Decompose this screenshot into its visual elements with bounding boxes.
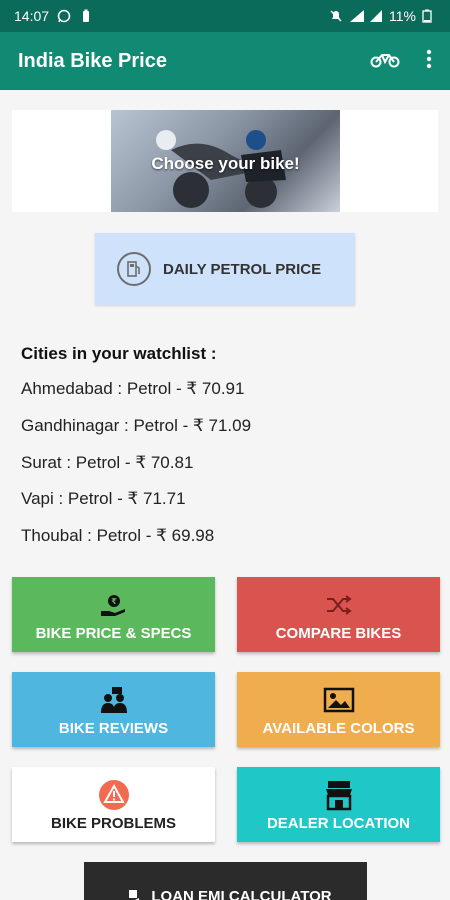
dealer-location-button[interactable]: DEALER LOCATION (237, 767, 440, 842)
choose-bike-banner[interactable]: Choose your bike! (111, 110, 340, 212)
shop-icon (323, 781, 355, 811)
whatsapp-icon (57, 9, 71, 23)
bike-problems-button[interactable]: BIKE PROBLEMS (12, 767, 215, 842)
status-bar: 14:07 11% (0, 0, 450, 32)
image-icon (323, 686, 355, 714)
bike-problems-label: BIKE PROBLEMS (50, 815, 176, 832)
watchlist-city-item[interactable]: Surat : Petrol - ₹ 70.81 (21, 453, 193, 473)
loan-emi-calculator-label: LOAN EMI CALCULATOR (151, 888, 332, 900)
battery-percent: 11% (389, 8, 416, 24)
daily-petrol-price-button[interactable]: DAILY PETROL PRICE (95, 233, 355, 305)
dealer-location-label: DEALER LOCATION (266, 815, 411, 832)
wifi-signal-icon (349, 9, 365, 23)
calculator-hand-icon (119, 888, 141, 900)
bike-reviews-label: BIKE REVIEWS (58, 720, 169, 737)
watchlist-city-item[interactable]: Vapi : Petrol - ₹ 71.71 (21, 489, 186, 509)
cell-signal-icon (369, 9, 383, 23)
bike-reviews-button[interactable]: BIKE REVIEWS (12, 672, 215, 747)
status-time: 14:07 (14, 8, 50, 24)
watchlist-city-item[interactable]: Thoubal : Petrol - ₹ 69.98 (21, 526, 214, 546)
people-chat-icon (98, 686, 130, 714)
app-title: India Bike Price (18, 49, 167, 72)
overflow-menu-icon[interactable] (426, 49, 432, 74)
fuel-pump-icon (117, 252, 151, 286)
available-colors-label: AVAILABLE COLORS (262, 720, 415, 737)
bike-icon[interactable] (370, 50, 400, 73)
banner-card[interactable]: Choose your bike! (12, 110, 438, 212)
watchlist-city-item[interactable]: Gandhinagar : Petrol - ₹ 71.09 (21, 416, 251, 436)
mute-notification-icon (329, 9, 343, 23)
battery-icon (422, 9, 436, 23)
compare-bikes-button[interactable]: COMPARE BIKES (237, 577, 440, 652)
available-colors-button[interactable]: AVAILABLE COLORS (237, 672, 440, 747)
warning-icon (98, 780, 130, 810)
app-bar: India Bike Price (0, 32, 450, 90)
loan-emi-calculator-button[interactable]: LOAN EMI CALCULATOR (84, 862, 367, 900)
watchlist-title: Cities in your watchlist : (21, 344, 217, 363)
banner-text: Choose your bike! (151, 154, 300, 173)
daily-petrol-price-label: DAILY PETROL PRICE (163, 260, 322, 278)
svg-text:₹: ₹ (111, 597, 117, 606)
price-tag-hand-icon: ₹ (99, 591, 129, 619)
shuffle-icon (325, 591, 353, 619)
compare-bikes-label: COMPARE BIKES (275, 625, 402, 642)
watchlist-city-item[interactable]: Ahmedabad : Petrol - ₹ 70.91 (21, 379, 244, 399)
bike-price-specs-label: BIKE PRICE & SPECS (35, 625, 192, 642)
battery-saver-icon (79, 9, 93, 23)
bike-price-specs-button[interactable]: ₹ BIKE PRICE & SPECS (12, 577, 215, 652)
